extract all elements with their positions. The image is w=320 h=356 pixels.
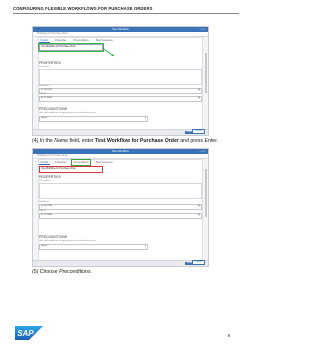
scrollbar[interactable] [205, 53, 207, 93]
window-titlebar: New Workflow − □ × [33, 27, 208, 32]
screenshot-step-5: New Workflow − □ × Workflows for Purchas… [32, 148, 209, 267]
page-number: 8 [227, 333, 230, 338]
tab-details[interactable]: Details [39, 38, 50, 43]
precondition-select-value: Select [41, 117, 48, 119]
valid-to-label: Valid To [39, 210, 47, 212]
valid-from-value: 01.06.2019 [41, 89, 52, 91]
valid-to-field[interactable]: 31.12.9999 ▦ [39, 213, 202, 219]
precondition-select[interactable]: Select ▾ [39, 244, 148, 250]
caption-text: (5) Choose [32, 269, 60, 275]
name-field[interactable]: Test Workflow for Purchase Order [37, 42, 105, 52]
preconditions-section-title: PRECONDITIONS [39, 235, 68, 239]
description-textarea[interactable] [39, 69, 202, 85]
properties-section-title: PROPERTIES [39, 61, 61, 65]
properties-section-title: PROPERTIES [39, 175, 61, 179]
header-rule [13, 13, 239, 14]
footer-toolbar: Save Cancel [33, 129, 208, 135]
chevron-down-icon: ▾ [144, 117, 146, 119]
footer-toolbar: Save Cancel [33, 260, 208, 266]
tab-details[interactable]: Details [39, 160, 50, 165]
valid-from-label: Valid From [39, 85, 49, 87]
tab-bar: Details Properties Preconditions Step Se… [39, 38, 114, 43]
calendar-icon[interactable]: ▦ [198, 97, 200, 101]
green-arrow-icon [103, 48, 115, 57]
page-header-title: CONFIGURING FLEXIBLE WORKFLOWS FOR PURCH… [13, 6, 153, 11]
window-title: New Workflow [112, 149, 129, 153]
window-controls-icon[interactable]: − □ × [199, 28, 205, 31]
sap-logo-text: SAP [17, 329, 34, 338]
calendar-icon[interactable]: ▦ [198, 214, 200, 218]
screenshot-step-4: New Workflow − □ × Workflows for Purchas… [32, 26, 209, 136]
valid-from-field[interactable]: 01.06.2019 ▦ [39, 88, 202, 94]
name-field-value: Test Workflow for Purchase Order [41, 168, 76, 170]
caption-text: and press Enter. [178, 138, 219, 144]
caption-step-5: (5) Choose Preconditions. [32, 269, 92, 275]
preconditions-section-title: PRECONDITIONS [39, 107, 68, 111]
window-title: New Workflow [112, 27, 129, 31]
name-field[interactable]: Test Workflow for Purchase Order [39, 166, 103, 173]
cancel-button[interactable]: Cancel [192, 129, 205, 135]
cancel-button[interactable]: Cancel [192, 260, 205, 266]
caption-text: . [90, 269, 92, 275]
valid-to-field[interactable]: 31.12.9999 ▦ [39, 96, 202, 102]
preconditions-subtitle: Use start conditions to specify when the… [39, 240, 96, 242]
tab-properties[interactable]: Properties [54, 38, 68, 43]
precondition-select-value: Select [41, 245, 48, 247]
tab-step-sequence[interactable]: Step Sequence [94, 38, 114, 43]
description-label: Description [39, 180, 50, 182]
caption-value: Test Workflow for Purchase Order [95, 138, 179, 144]
window-controls-icon[interactable]: − □ × [199, 150, 205, 153]
tab-step-sequence[interactable]: Step Sequence [94, 160, 114, 165]
caption-target: Preconditions [59, 269, 91, 275]
description-label: Description [39, 66, 50, 68]
caption-field-name: Name [54, 138, 69, 144]
tab-bar: Details Properties Preconditions Step Se… [39, 158, 114, 167]
valid-to-value: 31.12.9999 [41, 97, 52, 99]
caption-text: field, enter [68, 138, 96, 144]
window-titlebar: New Workflow − □ × [33, 149, 208, 154]
valid-to-value: 31.12.9999 [41, 214, 52, 216]
preconditions-subtitle: Use start conditions to specify when the… [39, 112, 96, 114]
chevron-down-icon: ▾ [144, 245, 146, 247]
calendar-icon[interactable]: ▦ [198, 205, 200, 209]
name-field-value: Test Workflow for Purchase Order [41, 46, 76, 48]
valid-from-value: 01.06.2019 [41, 205, 52, 207]
tab-preconditions[interactable]: Preconditions [70, 158, 92, 167]
description-textarea[interactable] [39, 183, 202, 199]
tab-preconditions[interactable]: Preconditions [72, 38, 90, 43]
precondition-select[interactable]: Select ▾ [39, 116, 148, 122]
scrollbar[interactable] [205, 169, 207, 217]
valid-from-label: Valid From [39, 201, 49, 203]
valid-from-field[interactable]: 01.06.2019 ▦ [39, 204, 202, 210]
calendar-icon[interactable]: ▦ [198, 89, 200, 93]
caption-text: (4) In the [32, 138, 55, 144]
valid-to-label: Valid To [39, 93, 47, 95]
tab-properties[interactable]: Properties [54, 160, 68, 165]
caption-step-4: (4) In the Name field, enter Test Workfl… [32, 138, 218, 144]
sap-logo: SAP [15, 326, 43, 340]
